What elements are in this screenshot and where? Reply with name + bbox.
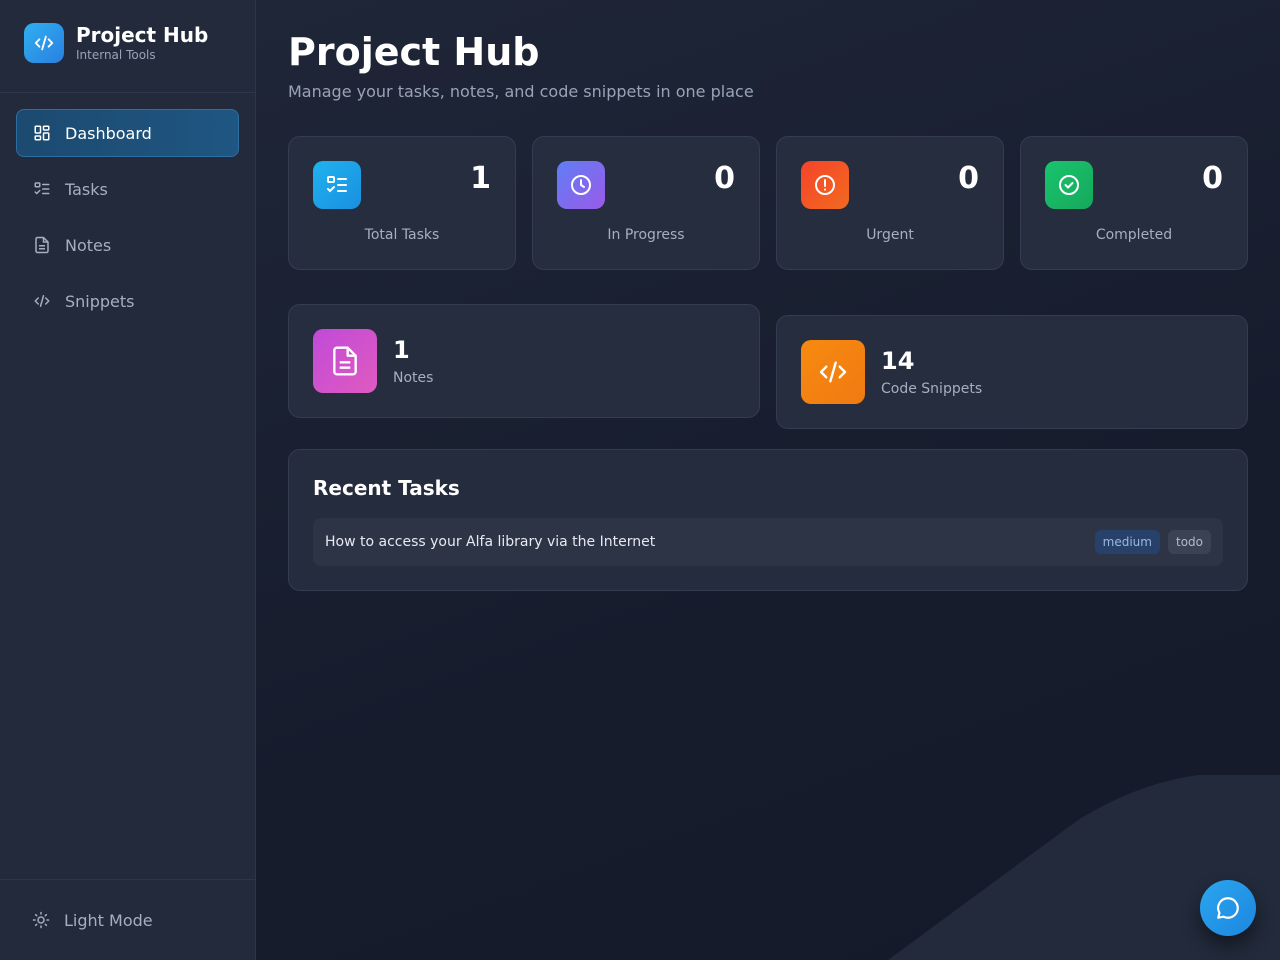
chat-bubble-icon: [1215, 895, 1241, 921]
stat-value: 0: [714, 161, 735, 196]
notes-icon: [33, 236, 51, 254]
stat-value: 1: [470, 161, 491, 196]
stat-value: 0: [958, 161, 979, 196]
summary-card-snippets[interactable]: 14 Code Snippets: [776, 315, 1248, 429]
list-check-icon: [313, 161, 361, 209]
stat-label: In Progress: [607, 227, 685, 243]
stat-card-total-tasks[interactable]: 1 Total Tasks: [288, 136, 516, 270]
summary-row: 1 Notes 14 Code Snippets: [288, 304, 1248, 429]
file-icon: [313, 329, 377, 393]
sidebar-item-notes[interactable]: Notes: [16, 221, 239, 269]
sun-icon: [32, 911, 50, 929]
sidebar-item-snippets[interactable]: Snippets: [16, 277, 239, 325]
task-badges: medium todo: [1094, 530, 1211, 554]
stat-card-completed[interactable]: 0 Completed: [1020, 136, 1248, 270]
summary-label: Code Snippets: [881, 381, 983, 397]
sidebar: Project Hub Internal Tools Dashboard Tas…: [0, 0, 256, 960]
main-content: Project Hub Manage your tasks, notes, an…: [256, 0, 1280, 960]
sidebar-item-label: Snippets: [65, 291, 135, 311]
page-title: Project Hub: [288, 30, 540, 74]
brand-title: Project Hub: [76, 23, 209, 47]
tasks-icon: [33, 180, 51, 198]
alert-icon: [801, 161, 849, 209]
table-row[interactable]: How to access your Alfa library via the …: [313, 518, 1223, 566]
summary-value: 14: [881, 347, 915, 375]
status-badge: todo: [1167, 530, 1211, 554]
summary-card-notes[interactable]: 1 Notes: [288, 304, 760, 418]
summary-label: Notes: [393, 370, 434, 386]
stat-label: Urgent: [866, 227, 914, 243]
sidebar-item-label: Notes: [65, 235, 112, 255]
recent-tasks-title: Recent Tasks: [313, 476, 460, 500]
stat-label: Completed: [1095, 227, 1173, 243]
brand-subtitle: Internal Tools: [76, 48, 156, 62]
priority-badge: medium: [1094, 530, 1160, 554]
stat-card-urgent[interactable]: 0 Urgent: [776, 136, 1004, 270]
code-icon: [33, 292, 51, 310]
theme-toggle-label: Light Mode: [64, 910, 153, 930]
page-subtitle: Manage your tasks, notes, and code snipp…: [288, 82, 754, 101]
stat-value: 0: [1202, 161, 1223, 196]
theme-toggle-button[interactable]: Light Mode: [0, 879, 255, 960]
sidebar-item-dashboard[interactable]: Dashboard: [16, 109, 239, 157]
check-circle-icon: [1045, 161, 1093, 209]
brand: Project Hub Internal Tools: [0, 0, 255, 93]
sidebar-item-label: Tasks: [65, 179, 108, 199]
code-icon: [801, 340, 865, 404]
code-icon: [24, 23, 64, 63]
recent-tasks-panel: Recent Tasks How to access your Alfa lib…: [288, 449, 1248, 591]
sidebar-item-label: Dashboard: [65, 123, 152, 143]
clock-icon: [557, 161, 605, 209]
dashboard-icon: [33, 124, 51, 142]
task-title: How to access your Alfa library via the …: [325, 534, 656, 550]
sidebar-nav: Dashboard Tasks Notes Snippets: [0, 93, 255, 349]
sidebar-item-tasks[interactable]: Tasks: [16, 165, 239, 213]
chat-button[interactable]: [1200, 880, 1256, 936]
app: Project Hub Internal Tools Dashboard Tas…: [0, 0, 1280, 960]
stats-row: 1 Total Tasks 0 In Progress 0 Urgent 0 C…: [288, 136, 1248, 270]
summary-value: 1: [393, 336, 410, 364]
stat-label: Total Tasks: [364, 227, 440, 243]
stat-card-in-progress[interactable]: 0 In Progress: [532, 136, 760, 270]
